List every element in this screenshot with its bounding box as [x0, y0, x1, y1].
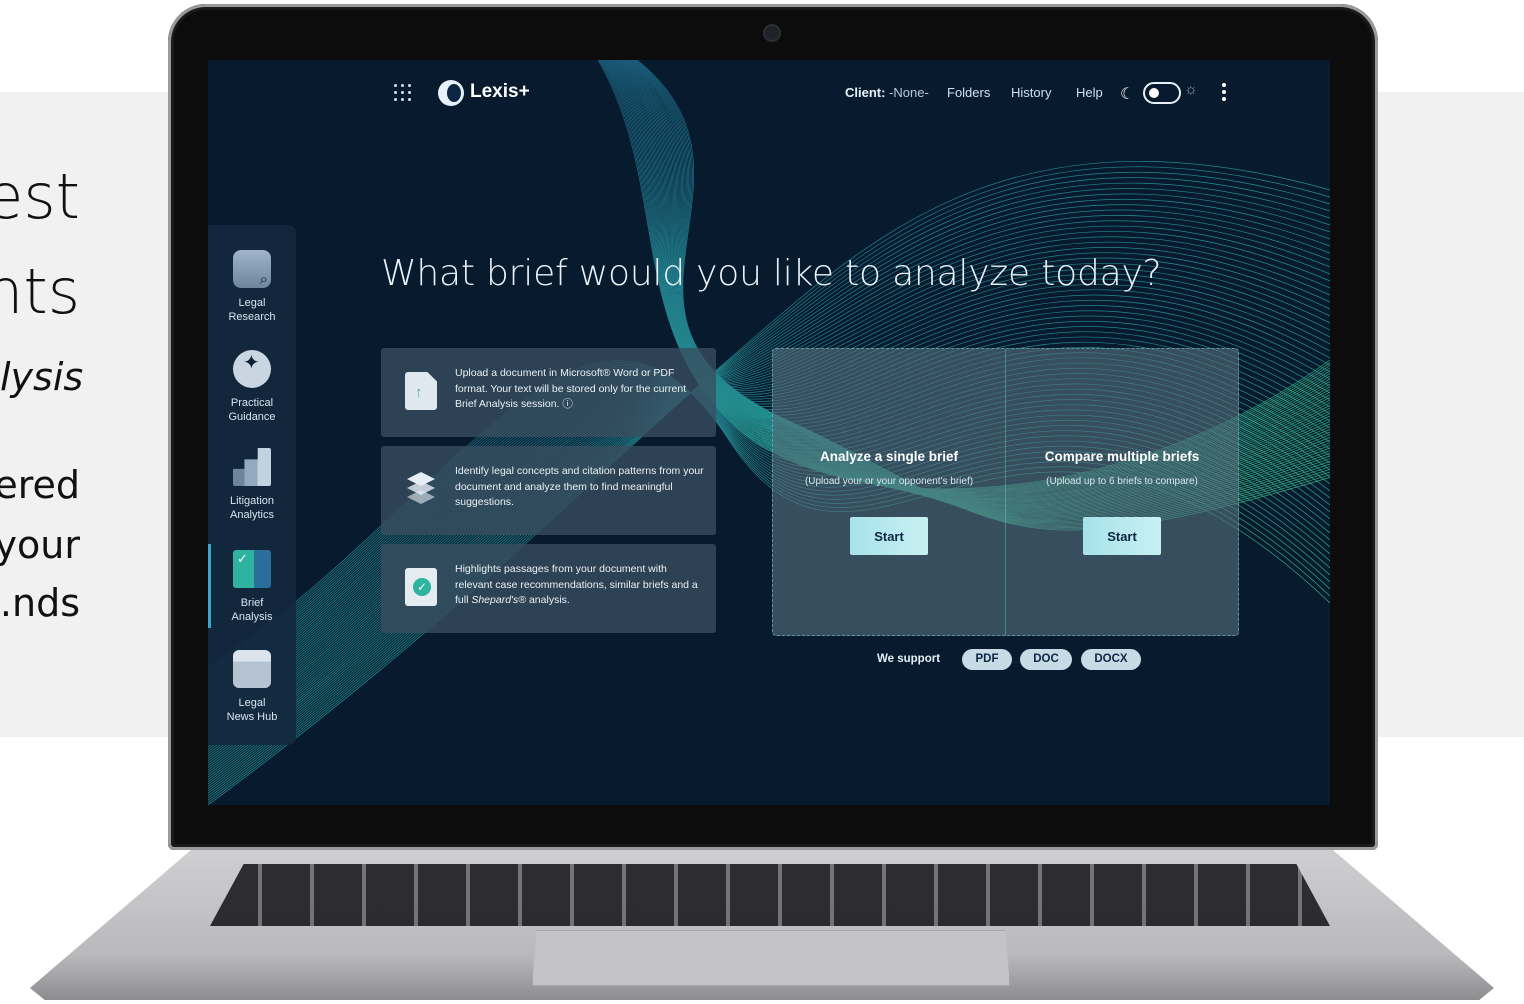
format-badge-pdf: PDF	[962, 649, 1012, 670]
nav-history[interactable]: History	[1011, 85, 1051, 100]
layers-icon	[405, 470, 437, 508]
multiple-briefs-title: Compare multiple briefs	[1044, 449, 1200, 464]
sidebar-item-label: Brief	[240, 597, 264, 609]
feature-text: Identify legal concepts and citation pat…	[455, 465, 704, 508]
top-bar: Lexis+ Client: -None- Folders History He…	[208, 60, 1330, 124]
brand-name[interactable]: Lexis+	[470, 81, 530, 103]
sidebar-item-legal-research[interactable]: Legal Research	[208, 250, 296, 324]
multiple-briefs-subtitle: (Upload up to 6 briefs to compare)	[1046, 476, 1198, 487]
sidebar-item-label: Analysis	[231, 611, 273, 623]
lexis-logo-icon[interactable]	[438, 80, 464, 106]
feature-text: Upload a document in Microsoft® Word or …	[455, 367, 687, 410]
legal-research-icon	[233, 250, 271, 288]
sidebar-item-practical-guidance[interactable]: Practical Guidance	[208, 350, 296, 424]
shepards-text: Shepard's®	[471, 594, 527, 606]
bg-heading-fragment: est	[0, 160, 80, 233]
sidebar-item-label: Analytics	[229, 509, 275, 521]
sidebar-item-litigation-analytics[interactable]: Litigation Analytics	[208, 448, 296, 522]
client-label: Client:	[845, 85, 886, 100]
feature-card-highlights: Highlights passages from your document w…	[381, 544, 716, 633]
bg-body-fragment: nds.	[0, 581, 80, 625]
sidebar-item-label: Legal	[238, 297, 266, 309]
single-brief-option: Analyze a single brief (Upload your or y…	[773, 349, 1006, 635]
feature-card-identify: Identify legal concepts and citation pat…	[381, 446, 716, 535]
moon-icon: ☾	[1120, 86, 1135, 103]
upload-action-panel: Analyze a single brief (Upload your or y…	[772, 348, 1239, 636]
feature-card-upload: Upload a document in Microsoft® Word or …	[381, 348, 716, 437]
page-title: What brief would you like to analyze tod…	[381, 253, 1162, 294]
document-check-icon	[405, 568, 437, 606]
sidebar-item-label: Research	[228, 311, 276, 323]
nav-folders[interactable]: Folders	[947, 85, 990, 100]
single-brief-title: Analyze a single brief	[819, 449, 959, 464]
bg-body-fragment: ered	[0, 463, 80, 507]
supported-formats-label: We support	[877, 653, 941, 665]
app-grid-icon[interactable]	[394, 84, 412, 102]
more-options-icon[interactable]	[1222, 82, 1228, 102]
start-multiple-button[interactable]: Start	[1083, 517, 1161, 555]
sidebar-item-brief-analysis[interactable]: Brief Analysis	[208, 544, 296, 628]
bg-body-fragment: your	[0, 523, 80, 567]
compass-icon	[233, 350, 271, 388]
client-value: -None-	[889, 85, 929, 100]
multiple-briefs-option: Compare multiple briefs (Upload up to 6 …	[1006, 349, 1238, 635]
bg-heading-fragment: nts	[0, 255, 80, 328]
feature-text-part: analysis.	[526, 594, 570, 606]
bg-subheading-fragment: lysis	[0, 355, 84, 399]
brief-analysis-icon	[233, 550, 271, 588]
client-selector[interactable]: Client: -None-	[845, 85, 929, 100]
nav-help[interactable]: Help	[1076, 85, 1103, 100]
bar-chart-icon	[233, 448, 271, 486]
app-screen: Lexis+ Client: -None- Folders History He…	[208, 60, 1330, 805]
sidebar-item-legal-news-hub[interactable]: Legal News Hub	[208, 650, 296, 724]
document-upload-icon	[405, 372, 437, 410]
sidebar-item-label: Litigation	[229, 495, 275, 507]
sidebar-item-label: Legal	[238, 697, 266, 709]
start-single-button[interactable]: Start	[850, 517, 928, 555]
sidebar-item-label: Practical	[230, 397, 274, 409]
camera-icon	[763, 24, 781, 42]
newspaper-icon	[233, 650, 271, 688]
product-sidebar: Legal Research Practical Guidance Litiga…	[208, 225, 296, 745]
sidebar-item-label: News Hub	[226, 711, 278, 723]
laptop-trackpad	[532, 930, 1010, 986]
sidebar-item-label: Guidance	[228, 411, 276, 423]
theme-toggle[interactable]	[1143, 82, 1181, 104]
feature-text: Highlights passages from your document w…	[455, 562, 705, 609]
laptop-keyboard	[210, 864, 1330, 926]
single-brief-subtitle: (Upload your or your opponent's brief)	[804, 476, 974, 487]
format-badge-doc: DOC	[1020, 649, 1072, 670]
format-badge-docx: DOCX	[1081, 649, 1141, 670]
sun-icon: ☼	[1184, 81, 1198, 98]
